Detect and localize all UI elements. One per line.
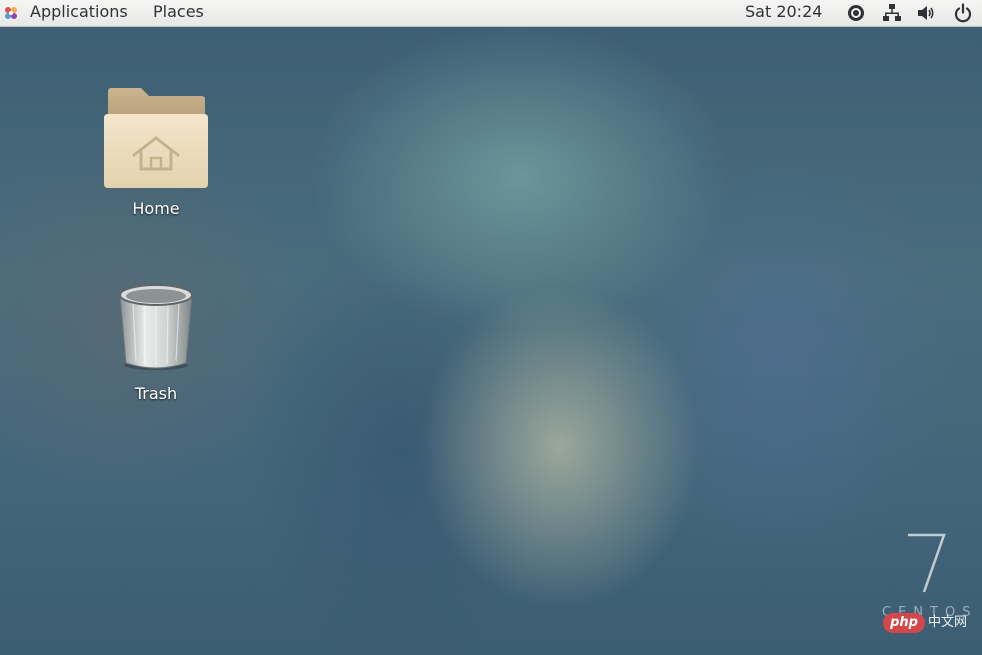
trash-label: Trash xyxy=(134,384,178,403)
php-logo: php xyxy=(883,613,925,633)
top-panel: Applications Places Sat 20:24 xyxy=(0,0,982,27)
places-menu[interactable]: Places xyxy=(153,1,204,23)
network-icon[interactable] xyxy=(882,3,902,23)
volume-icon[interactable] xyxy=(916,3,936,23)
accessibility-icon[interactable] xyxy=(846,3,866,23)
php-watermark: php 中文网 xyxy=(883,613,978,633)
home-folder-item[interactable]: Home xyxy=(101,85,211,218)
watermark-text: 中文网 xyxy=(928,615,968,630)
home-label: Home xyxy=(132,199,180,218)
clock[interactable]: Sat 20:24 xyxy=(745,1,822,23)
centos-seven-mark xyxy=(908,533,946,593)
trash-icon xyxy=(119,284,193,370)
gnome-foot-icon[interactable] xyxy=(3,5,19,21)
trash-item[interactable]: Trash xyxy=(101,281,211,403)
home-folder-icon xyxy=(104,88,208,188)
desktop-wallpaper[interactable]: Home Trash xyxy=(0,27,982,655)
applications-menu[interactable]: Applications xyxy=(30,1,128,23)
power-icon[interactable] xyxy=(953,3,973,23)
